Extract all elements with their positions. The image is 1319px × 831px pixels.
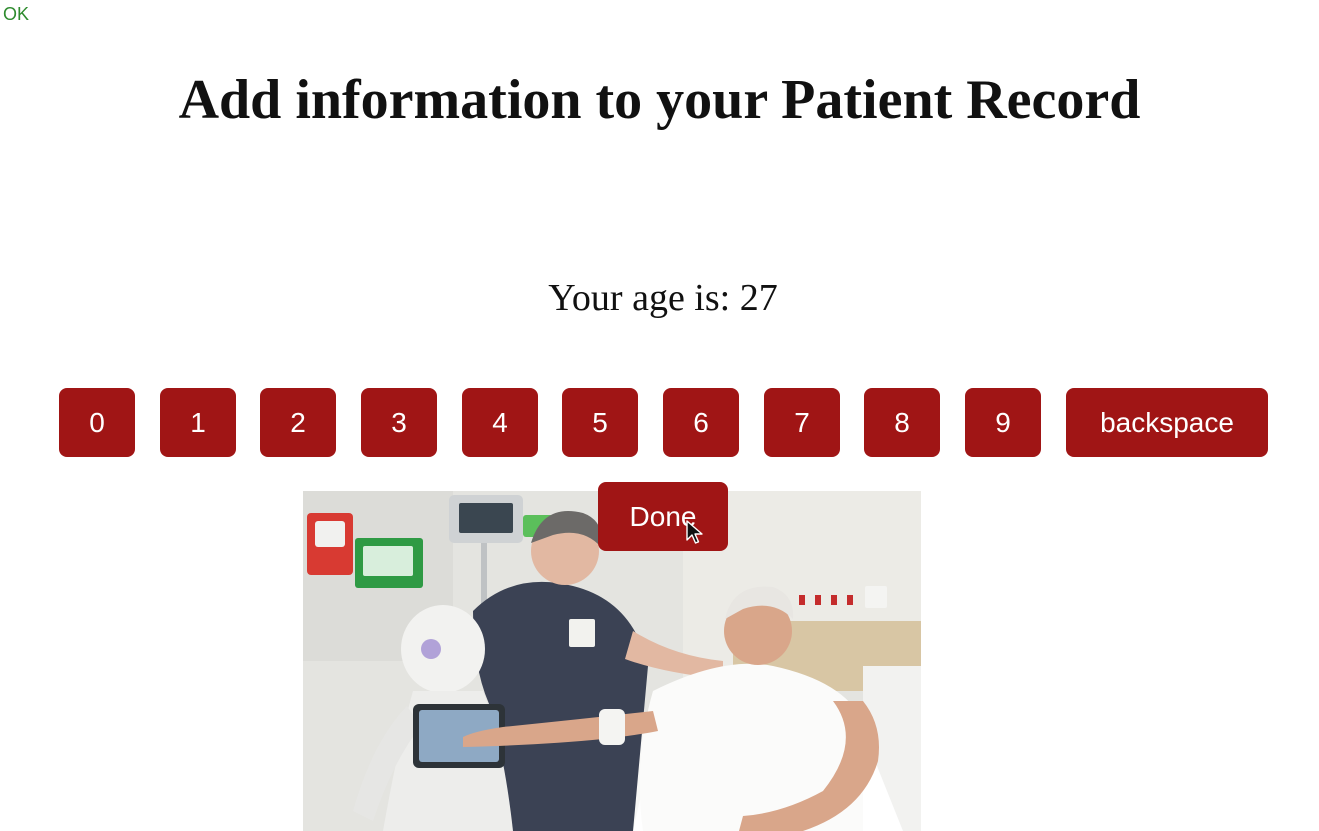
key-7-button[interactable]: 7	[764, 388, 840, 457]
mouse-pointer-icon	[686, 520, 703, 544]
page-title: Add information to your Patient Record	[178, 69, 1141, 131]
key-2-button[interactable]: 2	[260, 388, 336, 457]
status-text: OK	[3, 4, 30, 24]
backspace-button[interactable]: backspace	[1066, 388, 1268, 457]
done-button[interactable]: Done	[598, 482, 728, 551]
key-5-button[interactable]: 5	[562, 388, 638, 457]
key-4-button[interactable]: 4	[462, 388, 538, 457]
key-0-button[interactable]: 0	[59, 388, 135, 457]
key-1-button[interactable]: 1	[160, 388, 236, 457]
age-label: Your age is:	[548, 277, 731, 319]
key-3-button[interactable]: 3	[361, 388, 437, 457]
key-8-button[interactable]: 8	[864, 388, 940, 457]
age-display: Your age is: 27	[0, 276, 1319, 320]
age-value: 27	[739, 277, 778, 319]
key-9-button[interactable]: 9	[965, 388, 1041, 457]
key-6-button[interactable]: 6	[663, 388, 739, 457]
